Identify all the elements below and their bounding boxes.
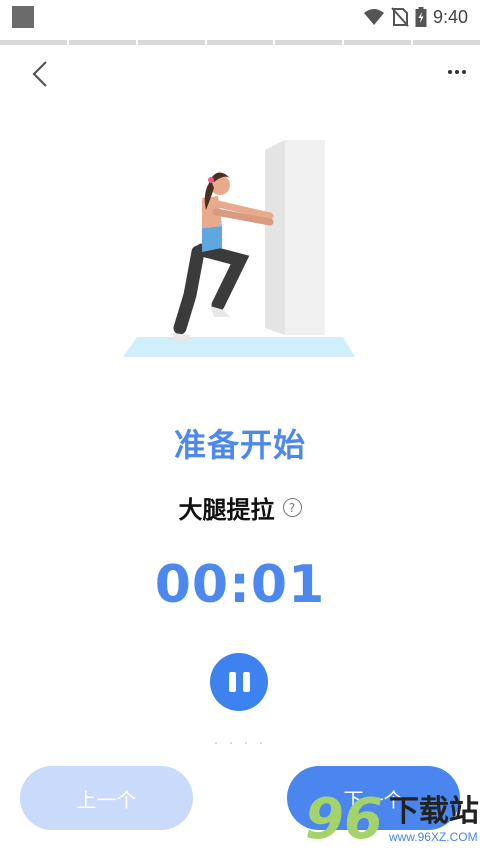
notification-icon bbox=[12, 6, 34, 28]
exercise-row: 大腿提拉 ? bbox=[0, 490, 480, 525]
pause-icon bbox=[242, 672, 250, 692]
exercise-name: 大腿提拉 bbox=[178, 496, 275, 524]
previous-button-label: 上一个 bbox=[76, 787, 137, 812]
chevron-left-icon bbox=[32, 61, 47, 87]
watermark-site-name: 下载站 bbox=[388, 793, 479, 829]
progress-segment bbox=[0, 40, 67, 45]
watermark: 96 下载站 www.96XZ.COM bbox=[305, 786, 480, 853]
exercise-illustration bbox=[110, 130, 370, 365]
help-icon[interactable]: ? bbox=[282, 498, 302, 517]
status-title: 准备开始 bbox=[173, 426, 306, 464]
status-time: 9:40 bbox=[432, 6, 468, 27]
no-sim-icon bbox=[391, 7, 409, 27]
workout-progress bbox=[0, 40, 480, 46]
more-button[interactable] bbox=[440, 58, 474, 86]
pause-icon bbox=[228, 672, 236, 692]
watermark-url: www.96XZ.COM bbox=[388, 829, 478, 844]
faint-caption: · · · · bbox=[213, 736, 267, 750]
previous-button[interactable]: 上一个 bbox=[20, 766, 193, 830]
progress-segment bbox=[413, 40, 480, 45]
progress-segment bbox=[344, 40, 412, 45]
progress-segment bbox=[206, 40, 274, 45]
status-bar: 9:40 bbox=[0, 0, 480, 34]
progress-segment bbox=[275, 40, 343, 45]
wifi-icon bbox=[363, 9, 384, 25]
pause-button[interactable] bbox=[210, 653, 268, 711]
more-horizontal-icon bbox=[448, 70, 466, 74]
countdown-timer: 00:01 bbox=[154, 555, 326, 615]
status-icons: 9:40 bbox=[363, 4, 468, 30]
watermark-logo: 96 bbox=[305, 786, 383, 852]
battery-charging-icon bbox=[415, 7, 427, 27]
progress-segment bbox=[68, 40, 136, 45]
progress-segment bbox=[137, 40, 205, 45]
back-button[interactable] bbox=[24, 58, 56, 90]
